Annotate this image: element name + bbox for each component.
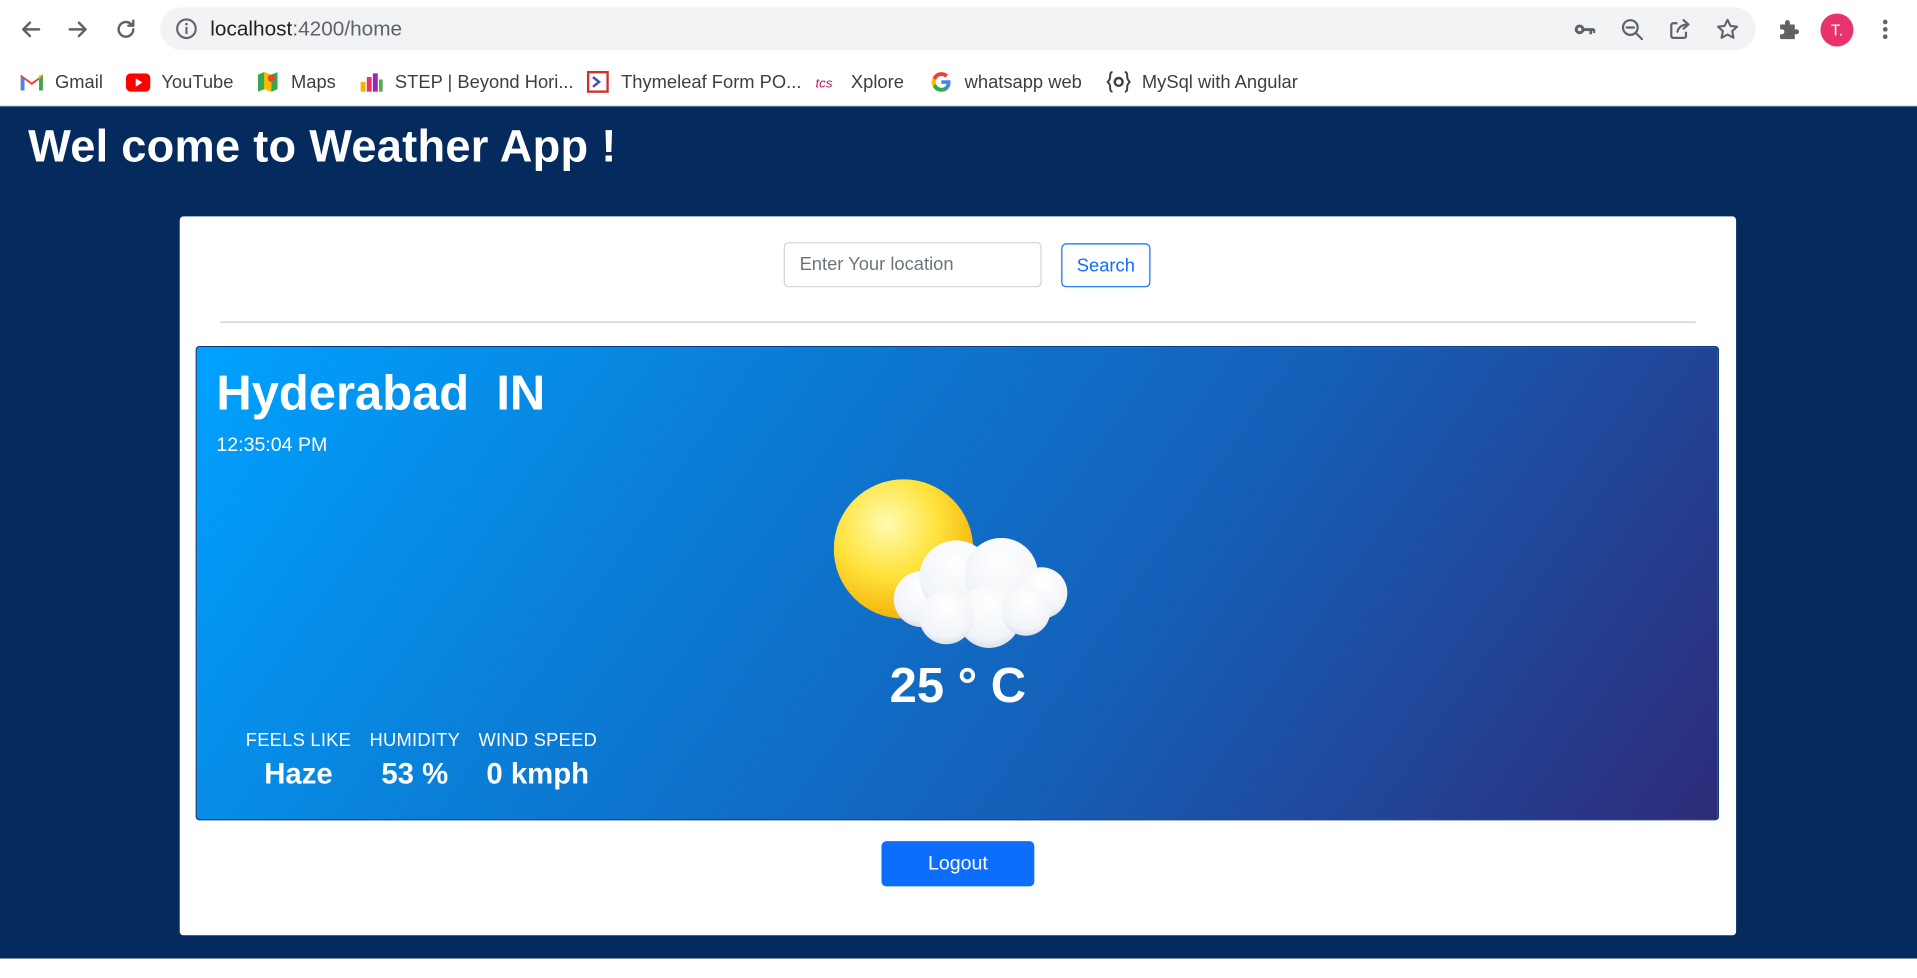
stat-wind-speed: WIND SPEED 0 kmph xyxy=(478,730,597,792)
reload-button[interactable] xyxy=(106,10,145,49)
youtube-icon xyxy=(125,70,151,94)
google-icon xyxy=(929,70,953,94)
reload-icon xyxy=(117,19,135,38)
bookmark-youtube[interactable]: YouTube xyxy=(125,66,234,98)
zoom-out-icon[interactable] xyxy=(1619,16,1646,43)
bookmark-xplore[interactable]: tcs Xplore xyxy=(815,66,903,98)
bookmark-label: Thymeleaf Form PO... xyxy=(621,71,802,93)
bookmark-whatsapp[interactable]: whatsapp web xyxy=(929,66,1082,98)
weather-panel: Hyderabad IN 12:35:04 PM 25 ° C FEELS LI… xyxy=(195,345,1719,821)
weather-card-container: Search Hyderabad IN 12:35:04 PM xyxy=(179,216,1737,936)
browser-toolbar: localhost:4200/home T. xyxy=(0,0,1917,59)
temperature: 25 ° C xyxy=(889,658,1027,713)
bookmark-label: Maps xyxy=(290,71,336,93)
back-button[interactable] xyxy=(11,10,50,49)
stat-feels-like: FEELS LIKE Haze xyxy=(246,730,351,792)
weather-stats: FEELS LIKE Haze HUMIDITY 53 % WIND SPEED… xyxy=(246,730,616,792)
info-icon[interactable] xyxy=(175,17,198,40)
divider xyxy=(220,321,1696,323)
bookmark-gmail[interactable]: Gmail xyxy=(20,66,103,98)
step-icon xyxy=(359,70,383,94)
star-icon[interactable] xyxy=(1714,16,1741,43)
more-vertical-icon xyxy=(1882,19,1888,40)
bookmark-thymeleaf[interactable]: Thymeleaf Form PO... xyxy=(586,66,802,98)
bookmark-label: STEP | Beyond Hori... xyxy=(394,71,574,93)
key-icon[interactable] xyxy=(1571,16,1598,43)
braces-icon xyxy=(1106,70,1131,94)
browser-menu-button[interactable] xyxy=(1866,10,1905,49)
bookmark-label: whatsapp web xyxy=(964,71,1082,93)
tcs-icon: tcs xyxy=(815,70,839,94)
gmail-icon xyxy=(20,70,44,94)
stat-value: Haze xyxy=(264,758,333,792)
bookmark-label: Gmail xyxy=(55,71,103,93)
stat-label: HUMIDITY xyxy=(369,729,461,751)
svg-text:tcs: tcs xyxy=(815,75,832,90)
share-icon[interactable] xyxy=(1666,16,1693,43)
location-search-input[interactable] xyxy=(783,242,1042,288)
current-time: 12:35:04 PM xyxy=(216,435,328,457)
page-title: Wel come to Weather App ! xyxy=(28,121,617,172)
stat-label: WIND SPEED xyxy=(478,729,598,751)
stat-humidity: HUMIDITY 53 % xyxy=(369,730,460,792)
bookmark-mysql-angular[interactable]: MySql with Angular xyxy=(1106,66,1298,98)
url-text[interactable]: localhost:4200/home xyxy=(210,17,402,41)
url-path: :4200/home xyxy=(292,17,403,41)
logout-button[interactable]: Logout xyxy=(881,841,1035,887)
city-name: Hyderabad IN xyxy=(216,366,546,421)
stat-label: FEELS LIKE xyxy=(245,729,352,751)
maps-icon xyxy=(256,70,280,94)
url-host: localhost xyxy=(210,17,293,41)
profile-avatar[interactable]: T. xyxy=(1820,13,1854,47)
bookmark-label: MySql with Angular xyxy=(1141,71,1298,93)
stat-value: 53 % xyxy=(381,758,449,792)
bookmarks-bar: Gmail YouTube Maps STEP | Beyond Hori...… xyxy=(0,58,1917,107)
forward-button[interactable] xyxy=(59,10,98,49)
extensions-button[interactable] xyxy=(1769,10,1808,49)
arrow-right-icon xyxy=(68,21,87,38)
search-button[interactable]: Search xyxy=(1061,243,1151,288)
bookmark-maps[interactable]: Maps xyxy=(256,66,336,98)
bookmark-label: YouTube xyxy=(161,71,234,93)
thymeleaf-icon xyxy=(586,70,610,94)
bookmark-label: Xplore xyxy=(850,71,904,93)
stat-value: 0 kmph xyxy=(486,758,590,792)
partly-cloudy-icon xyxy=(833,479,1068,648)
bookmark-step[interactable]: STEP | Beyond Hori... xyxy=(359,66,574,98)
arrow-left-icon xyxy=(22,21,41,38)
weather-app-page: Wel come to Weather App ! Search Hyderab… xyxy=(0,106,1917,959)
address-bar[interactable]: localhost:4200/home xyxy=(160,7,1756,51)
puzzle-icon xyxy=(1780,20,1800,40)
browser-window: localhost:4200/home T. Gmail YouTube Map… xyxy=(0,0,1917,978)
